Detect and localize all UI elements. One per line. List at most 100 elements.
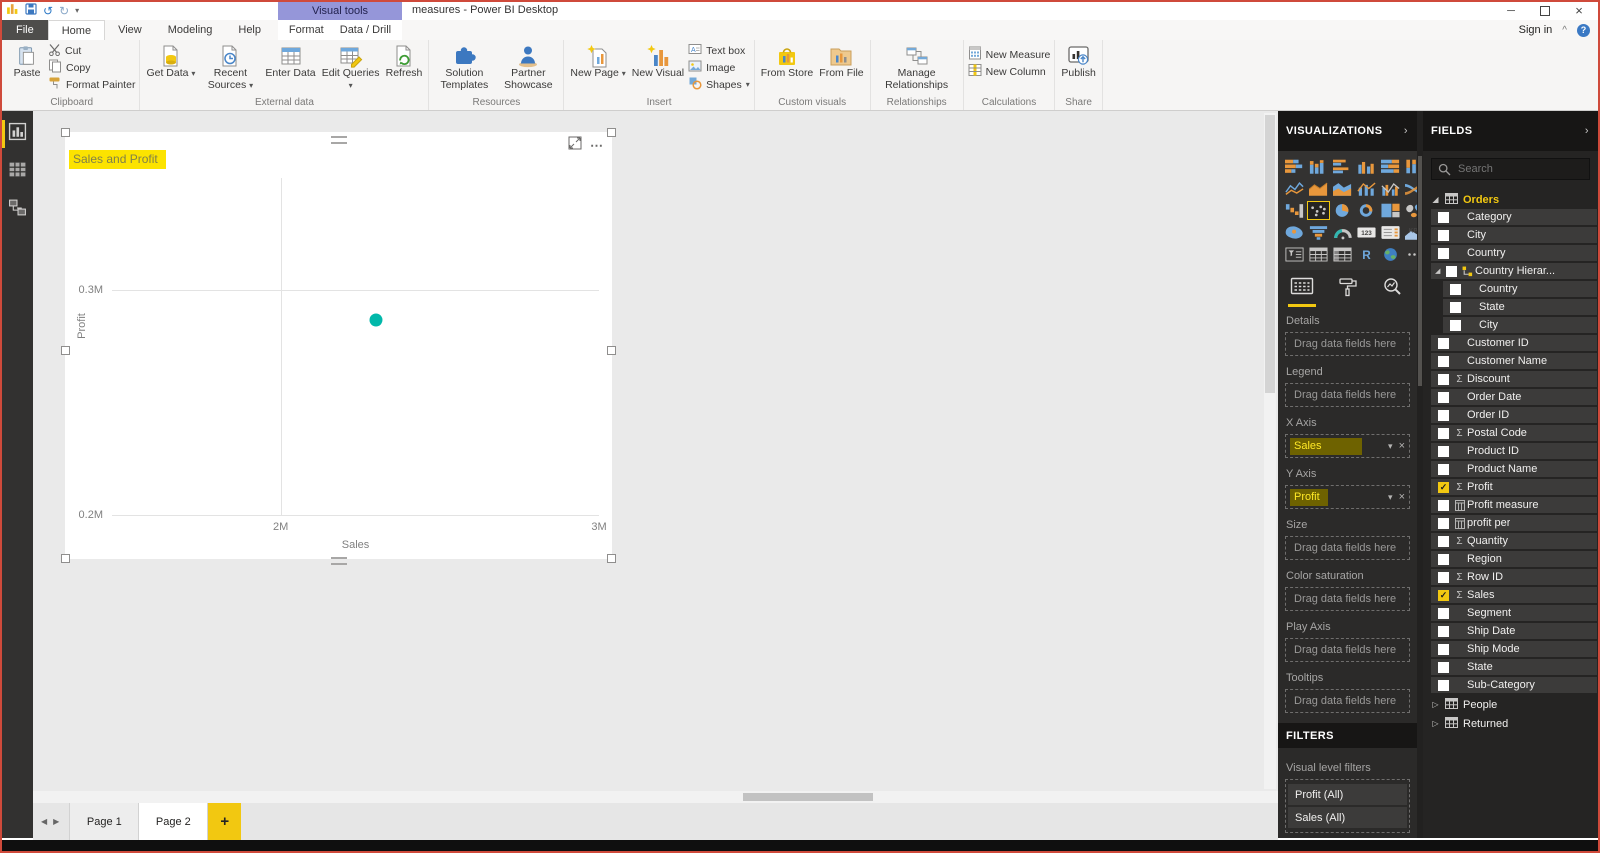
- viz-type-treemap-icon[interactable]: [1379, 201, 1402, 220]
- page-nav-back-icon[interactable]: ◀: [41, 817, 47, 826]
- scrollbar-thumb[interactable]: [1265, 115, 1275, 393]
- edit-queries-button[interactable]: Edit Queries ▾: [320, 41, 382, 93]
- canvas-horizontal-scrollbar[interactable]: [33, 791, 1278, 803]
- page-nav-forward-icon[interactable]: ▶: [53, 817, 59, 826]
- field-row-customer-name[interactable]: Customer Name: [1431, 353, 1597, 369]
- scrollbar-thumb[interactable]: [1418, 156, 1422, 386]
- viz-type-line-clustered-column-icon[interactable]: [1379, 179, 1402, 198]
- tab-home[interactable]: Home: [47, 20, 106, 41]
- field-row-country[interactable]: Country: [1431, 245, 1597, 261]
- field-checkbox[interactable]: [1438, 499, 1449, 511]
- field-checkbox[interactable]: [1438, 373, 1449, 385]
- solution-templates-button[interactable]: Solution Templates: [433, 41, 495, 93]
- canvas-vertical-scrollbar[interactable]: [1264, 113, 1276, 789]
- field-checkbox[interactable]: [1446, 265, 1457, 277]
- chevron-down-icon[interactable]: ▾: [1388, 441, 1393, 452]
- field-row-order-date[interactable]: Order Date: [1431, 389, 1597, 405]
- viz-type-stacked-bar-icon[interactable]: [1283, 157, 1306, 176]
- field-row-sales[interactable]: ✓ Σ Sales: [1431, 587, 1597, 603]
- resize-handle-se[interactable]: [607, 554, 616, 563]
- redo-icon[interactable]: ↻: [59, 4, 69, 18]
- viz-type-funnel-icon[interactable]: [1307, 223, 1330, 242]
- scatter-point[interactable]: [369, 313, 383, 327]
- cut-button[interactable]: Cut: [48, 43, 135, 58]
- field-row-city[interactable]: City: [1431, 227, 1597, 243]
- undo-icon[interactable]: ↺: [43, 4, 53, 18]
- shapes-button[interactable]: Shapes ▾: [688, 77, 750, 92]
- viz-type-line-icon[interactable]: [1283, 179, 1306, 198]
- new-visual-button[interactable]: New Visual: [630, 41, 686, 82]
- field-checkbox[interactable]: [1438, 247, 1449, 259]
- well-dropzone-color-saturation[interactable]: Drag data fields here: [1285, 587, 1410, 611]
- publish-button[interactable]: Publish: [1059, 41, 1097, 82]
- field-row-profit-measure[interactable]: Profit measure: [1431, 497, 1597, 513]
- viz-type-area-icon[interactable]: [1307, 179, 1330, 198]
- resize-handle-e[interactable]: [607, 345, 616, 355]
- viz-type-filled-map-icon[interactable]: [1283, 223, 1306, 242]
- field-row-profit[interactable]: ✓ Σ Profit: [1431, 479, 1597, 495]
- viz-type-donut-icon[interactable]: [1355, 201, 1378, 220]
- viz-type-clustered-bar-icon[interactable]: [1331, 157, 1354, 176]
- customize-toolbar-icon[interactable]: ▾: [75, 4, 79, 18]
- viz-type-100-stacked-bar-icon[interactable]: [1379, 157, 1402, 176]
- viz-type-line-stacked-column-icon[interactable]: [1355, 179, 1378, 198]
- data-view-button[interactable]: [2, 157, 33, 187]
- viz-type-arcgis-map-icon[interactable]: [1379, 245, 1402, 264]
- visual-tools-contextual-header[interactable]: Visual tools: [278, 2, 402, 20]
- field-row-postal-code[interactable]: Σ Postal Code: [1431, 425, 1597, 441]
- field-row-ship-date[interactable]: Ship Date: [1431, 623, 1597, 639]
- remove-field-icon[interactable]: ×: [1399, 491, 1405, 503]
- field-checkbox[interactable]: [1438, 661, 1449, 673]
- table-row-people[interactable]: ▷ People: [1423, 695, 1598, 714]
- scatter-visual-card[interactable]: ⋯ Sales and Profit Profit Sales 2M 3M 0.2M…: [61, 128, 616, 565]
- field-checkbox[interactable]: [1438, 337, 1449, 349]
- viz-type-kpi-icon[interactable]: KPI: [1403, 223, 1417, 242]
- more-options-icon[interactable]: ⋯: [590, 139, 604, 152]
- tab-file[interactable]: File: [2, 20, 48, 40]
- expand-icon[interactable]: ▷: [1431, 719, 1440, 728]
- viz-type-matrix-icon[interactable]: [1331, 245, 1354, 264]
- model-view-button[interactable]: [2, 195, 33, 225]
- resize-handle-sw[interactable]: [61, 554, 70, 563]
- field-row-region[interactable]: Region: [1431, 551, 1597, 567]
- field-checkbox[interactable]: [1450, 283, 1461, 295]
- filter-pill[interactable]: Profit (All): [1288, 784, 1407, 805]
- field-row-product-id[interactable]: Product ID: [1431, 443, 1597, 459]
- well-dropzone-play-axis[interactable]: Drag data fields here: [1285, 638, 1410, 662]
- viz-type-slicer-icon[interactable]: [1283, 245, 1306, 264]
- remove-field-icon[interactable]: ×: [1399, 440, 1405, 452]
- field-checkbox[interactable]: [1438, 355, 1449, 367]
- tab-help[interactable]: Help: [225, 20, 274, 40]
- field-row-country-hierar-[interactable]: ◢ Country Hierar...: [1431, 263, 1597, 279]
- paste-button[interactable]: Paste: [8, 41, 46, 82]
- viz-type-table-icon[interactable]: [1307, 245, 1330, 264]
- tab-modeling[interactable]: Modeling: [155, 20, 226, 40]
- field-checkbox[interactable]: [1438, 625, 1449, 637]
- page-tab-page-1[interactable]: Page 1: [69, 803, 139, 840]
- field-row-category[interactable]: Category: [1431, 209, 1597, 225]
- viz-type-stacked-area-icon[interactable]: [1331, 179, 1354, 198]
- viz-type-stacked-column-icon[interactable]: [1307, 157, 1330, 176]
- field-row-segment[interactable]: Segment: [1431, 605, 1597, 621]
- new-page-button[interactable]: New Page ▾: [568, 41, 627, 82]
- drag-grip-bottom[interactable]: [330, 557, 347, 565]
- field-checkbox[interactable]: [1450, 301, 1461, 313]
- collapse-ribbon-icon[interactable]: ^: [1562, 25, 1567, 36]
- new-measure-button[interactable]: New Measure: [968, 46, 1050, 62]
- collapse-pane-icon[interactable]: ›: [1585, 125, 1589, 137]
- field-row-discount[interactable]: Σ Discount: [1431, 371, 1597, 387]
- well-dropzone-legend[interactable]: Drag data fields here: [1285, 383, 1410, 407]
- field-row-product-name[interactable]: Product Name: [1431, 461, 1597, 477]
- signin-link[interactable]: Sign in: [1519, 24, 1553, 36]
- tab-data-drill[interactable]: Data / Drill: [332, 20, 399, 40]
- viz-type-r-script-icon[interactable]: R: [1355, 245, 1378, 264]
- new-column-button[interactable]: New Column: [968, 64, 1051, 79]
- page-tab-page-2[interactable]: Page 2: [138, 803, 208, 840]
- field-row-order-id[interactable]: Order ID: [1431, 407, 1597, 423]
- field-checkbox[interactable]: [1438, 427, 1449, 439]
- collapse-icon[interactable]: ◢: [1435, 267, 1443, 275]
- field-checkbox[interactable]: [1438, 391, 1449, 403]
- field-checkbox[interactable]: ✓: [1438, 481, 1449, 493]
- help-icon[interactable]: ?: [1577, 23, 1590, 37]
- well-dropzone-tooltips[interactable]: Drag data fields here: [1285, 689, 1410, 713]
